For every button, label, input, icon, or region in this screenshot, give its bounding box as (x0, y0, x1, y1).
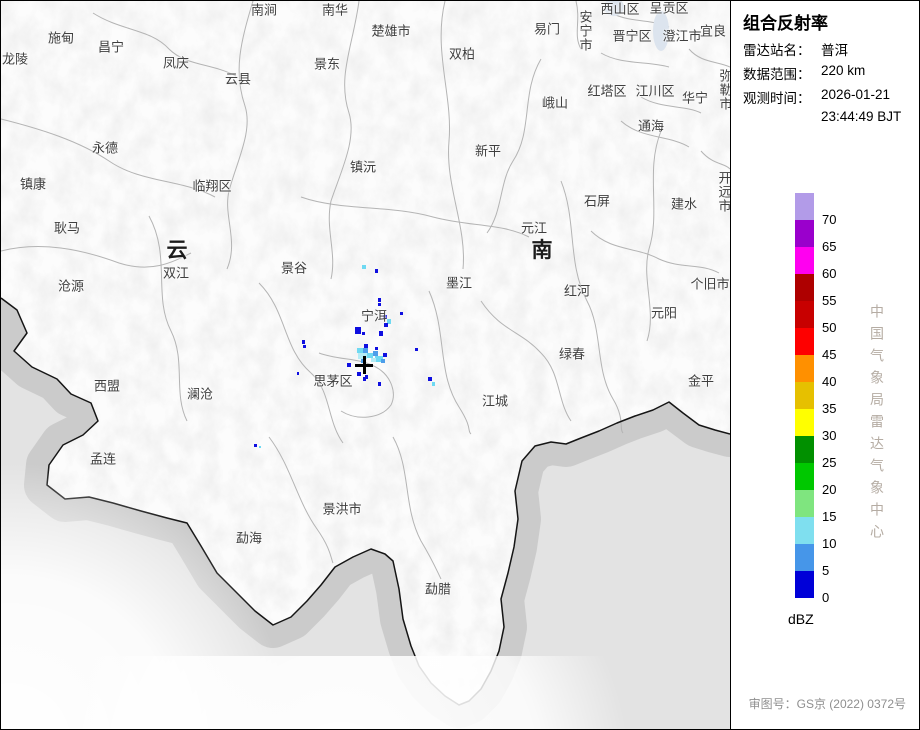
obs-time-row: 观测时间： 2026-01-21 (743, 87, 811, 107)
legend-segment: 40 (795, 355, 814, 382)
legend-tick-label: 5 (822, 563, 829, 578)
radar-echo-cell (432, 382, 435, 386)
radar-echo-cell (384, 323, 388, 327)
range-fade-s (61, 656, 641, 729)
agency-watermark: 中国气象局雷达气象中心 (867, 304, 887, 546)
legend-tick-label: 35 (822, 401, 836, 416)
radar-echo-cell (378, 298, 381, 302)
legend-tick-label: 55 (822, 293, 836, 308)
radar-echo-cell (378, 382, 381, 386)
radar-echo-cell (363, 377, 366, 381)
legend-segment: 20 (795, 463, 814, 490)
legend-segment: 30 (795, 409, 814, 436)
legend-color-swatch (795, 490, 814, 517)
radar-echo-cell (347, 363, 351, 367)
radar-echo-cell (379, 331, 383, 336)
legend-segment: 45 (795, 328, 814, 355)
legend-unit: dBZ (788, 611, 814, 627)
radar-echo-cell (355, 327, 361, 334)
station-cross-bar (363, 356, 366, 374)
radar-map: 龙陵施甸昌宁凤庆云县永德镇康临翔区耿马双江沧源西盟澜沧孟连勐海景洪市勐腊南涧南华… (1, 1, 730, 729)
legend-segment: 25 (795, 436, 814, 463)
map-approval-number: 审图号：GS京 (2022) 0372号 (749, 695, 906, 712)
radar-echo-cell (357, 372, 361, 376)
radar-echo-cell (362, 332, 365, 335)
legend-tick-label: 20 (822, 482, 836, 497)
legend-tick-label: 50 (822, 320, 836, 335)
range-label: 数据范围： (743, 67, 811, 82)
obs-date-value: 2026-01-21 (821, 87, 890, 102)
legend-tick-label: 15 (822, 509, 836, 524)
legend-tick-label: 60 (822, 266, 836, 281)
radar-echo-cell (381, 359, 385, 363)
radar-product-window: 龙陵施甸昌宁凤庆云县永德镇康临翔区耿马双江沧源西盟澜沧孟连勐海景洪市勐腊南涧南华… (0, 0, 920, 730)
legend-tick-label: 10 (822, 536, 836, 551)
radar-echo-cell (400, 312, 403, 315)
legend-tick-label: 40 (822, 374, 836, 389)
legend-tick-label: 70 (822, 212, 836, 227)
reflectivity-legend: 7065605550454035302520151050 (795, 193, 814, 598)
radar-echo-cell (428, 377, 432, 381)
legend-segment: 50 (795, 301, 814, 328)
obs-time-label: 观测时间： (743, 91, 811, 106)
radar-echo-cell (302, 340, 305, 344)
legend-color-swatch (795, 436, 814, 463)
radar-echo-cell (383, 353, 387, 357)
legend-segment: 10 (795, 517, 814, 544)
legend-segment: 70 (795, 193, 814, 220)
station-row: 雷达站名： 普洱 (743, 39, 811, 59)
radar-echo-cell (378, 303, 381, 306)
radar-echo-cell (375, 269, 378, 273)
legend-tick-label: 45 (822, 347, 836, 362)
radar-echo-cell (375, 347, 378, 350)
station-value: 普洱 (821, 39, 848, 59)
legend-segment: 0 (795, 571, 814, 598)
info-panel: 组合反射率 雷达站名： 普洱 数据范围： 220 km 观测时间： 2026-0… (730, 1, 920, 729)
legend-segment: 35 (795, 382, 814, 409)
radar-echo-cell (297, 372, 299, 375)
legend-segment: 60 (795, 247, 814, 274)
legend-tick-label: 0 (822, 590, 829, 605)
obs-time-value: 23:44:49 BJT (821, 109, 901, 124)
legend-color-swatch (795, 193, 814, 220)
legend-segment: 15 (795, 490, 814, 517)
radar-echo-cell (259, 446, 261, 448)
legend-segment: 5 (795, 544, 814, 571)
legend-color-swatch (795, 328, 814, 355)
legend-color-swatch (795, 274, 814, 301)
legend-color-swatch (795, 220, 814, 247)
legend-segment: 55 (795, 274, 814, 301)
legend-tick-label: 25 (822, 455, 836, 470)
legend-color-swatch (795, 571, 814, 598)
radar-echo-cell (254, 444, 257, 447)
legend-color-swatch (795, 517, 814, 544)
radar-echo-cell (362, 265, 366, 269)
radar-echo-cell (415, 348, 418, 351)
legend-color-swatch (795, 247, 814, 274)
product-title: 组合反射率 (743, 9, 828, 34)
legend-tick-label: 30 (822, 428, 836, 443)
legend-segment: 65 (795, 220, 814, 247)
legend-color-swatch (795, 355, 814, 382)
radar-echo-cell (371, 358, 376, 362)
legend-color-swatch (795, 301, 814, 328)
legend-color-swatch (795, 382, 814, 409)
range-value: 220 km (821, 63, 865, 78)
radar-echo-cell (303, 345, 306, 348)
legend-color-swatch (795, 463, 814, 490)
legend-tick-label: 65 (822, 239, 836, 254)
station-label: 雷达站名： (743, 43, 811, 58)
legend-color-swatch (795, 544, 814, 571)
legend-color-swatch (795, 409, 814, 436)
range-row: 数据范围： 220 km (743, 63, 811, 83)
